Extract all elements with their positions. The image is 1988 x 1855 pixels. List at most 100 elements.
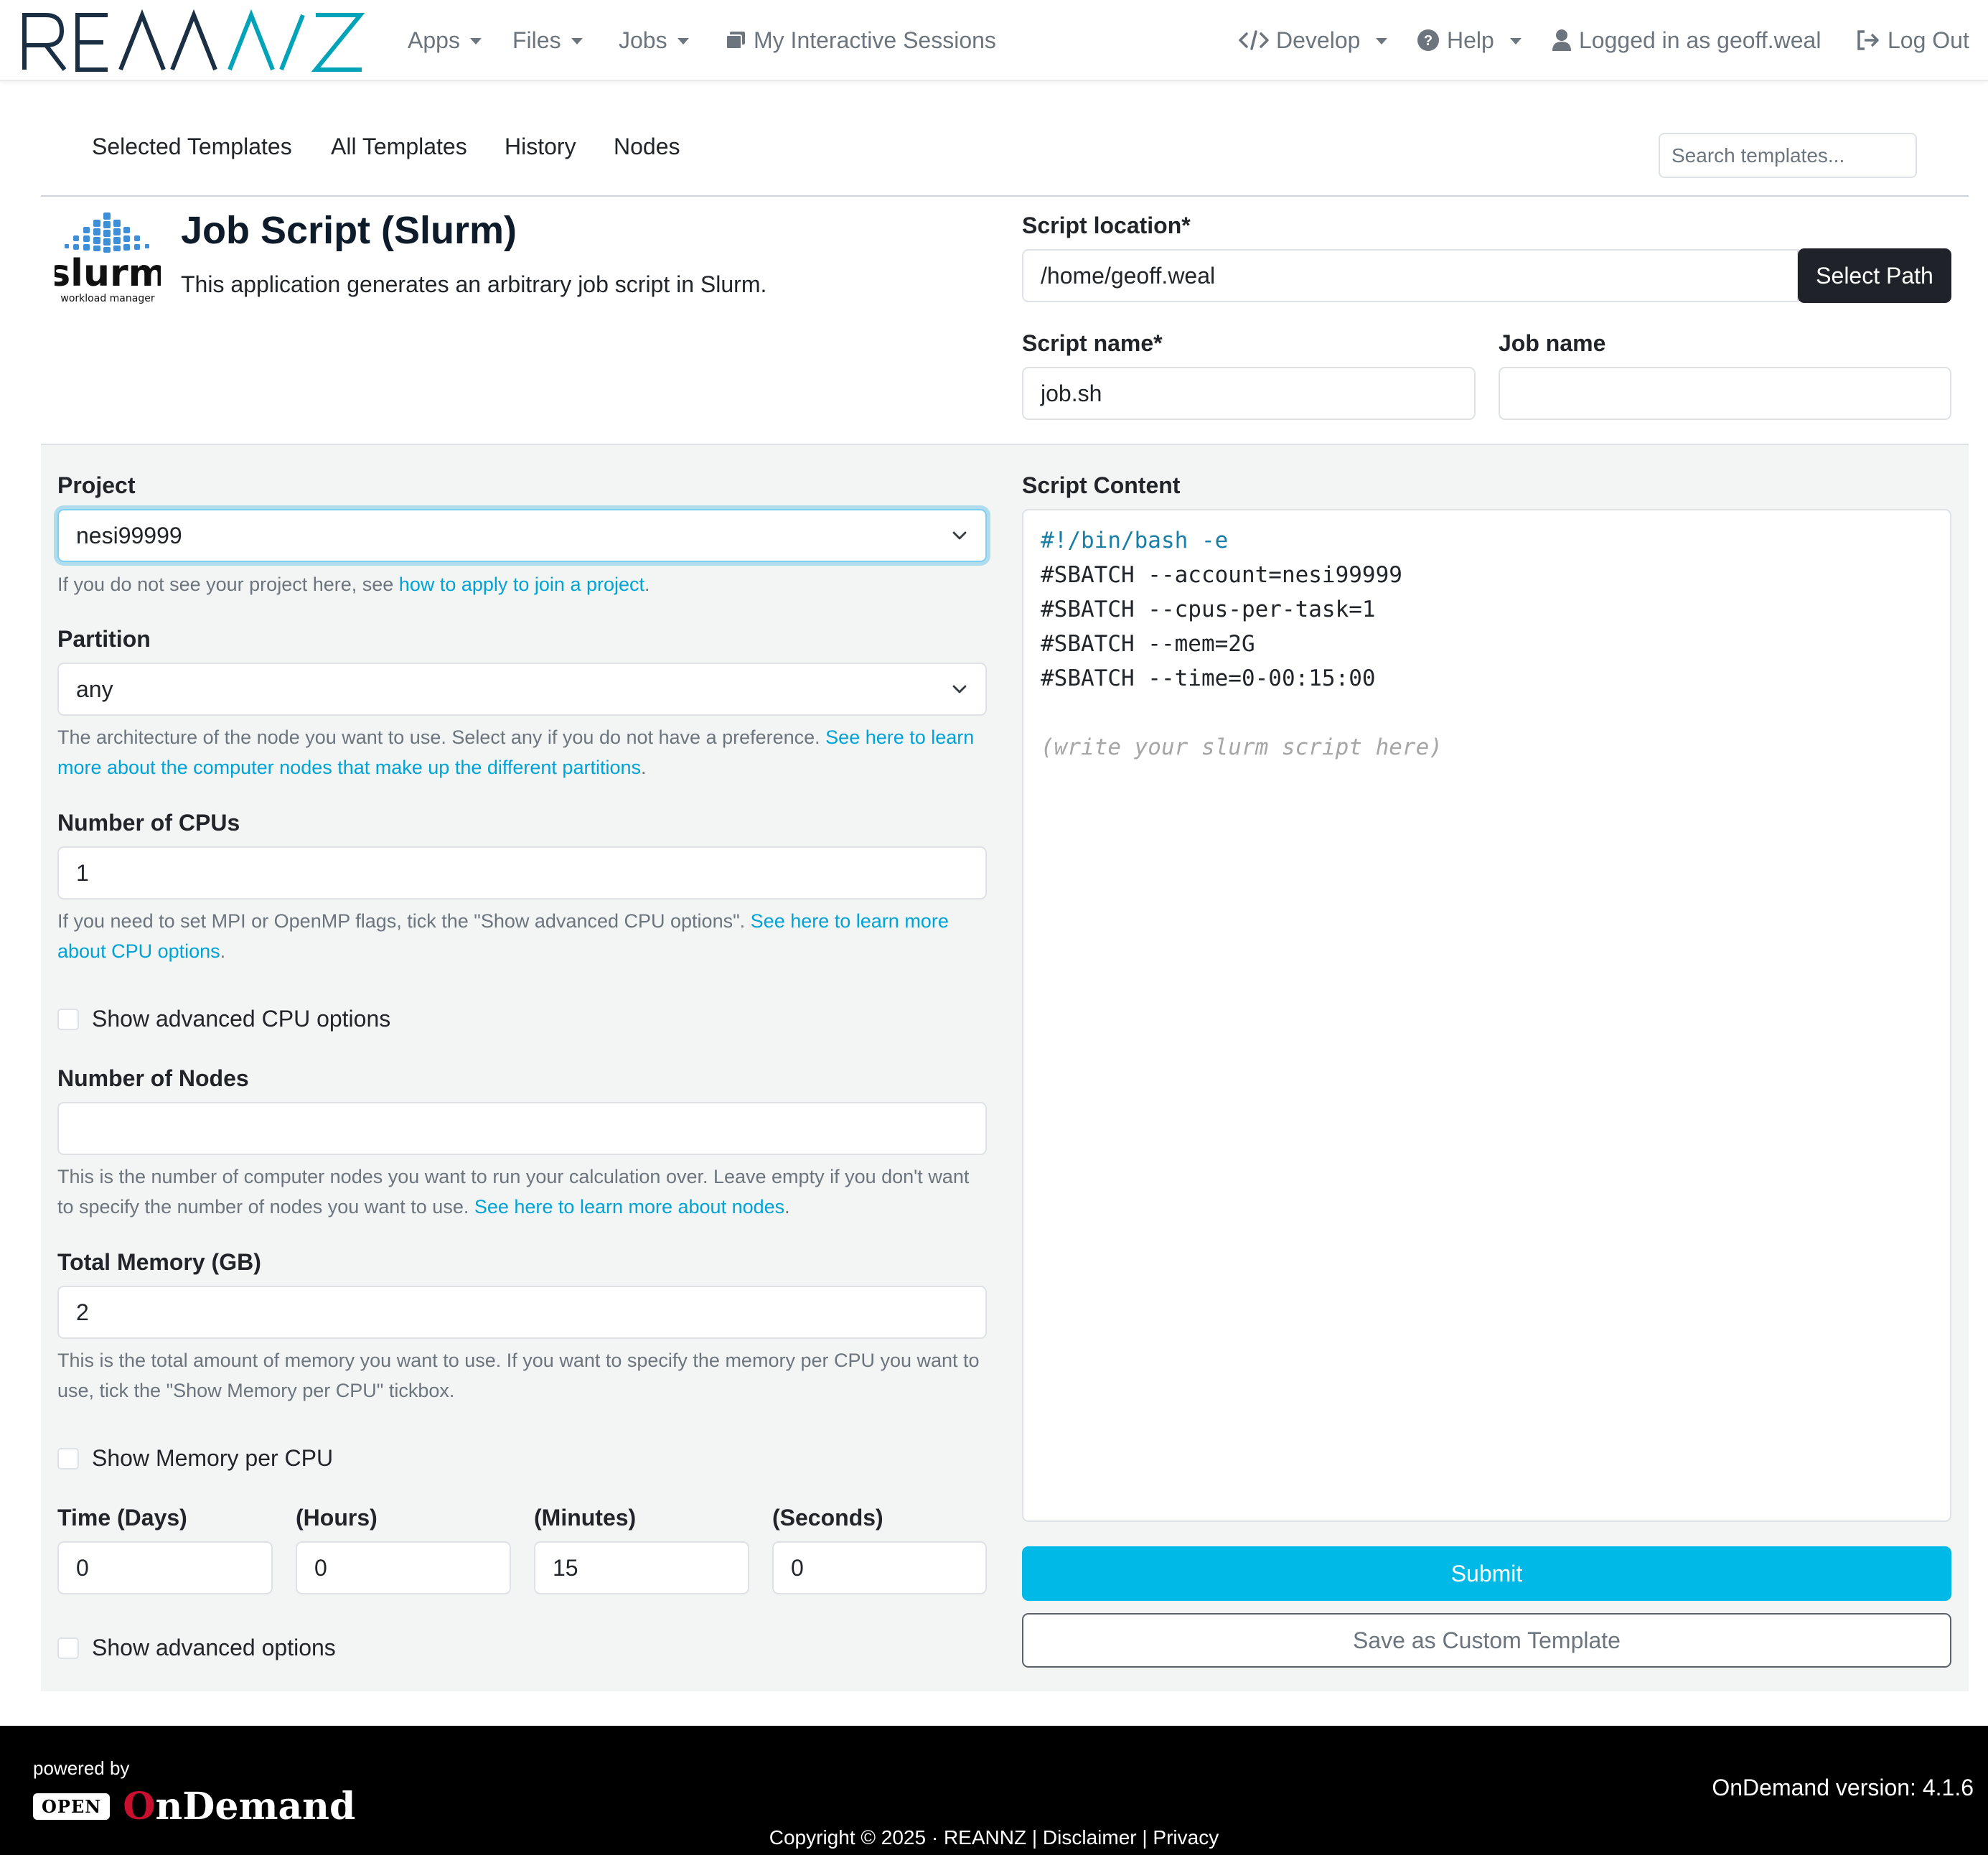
time-days-label: Time (Days) — [57, 1505, 187, 1531]
tab-history[interactable]: History — [505, 134, 576, 160]
ondemand-version: OnDemand version: 4.1.6 — [1712, 1775, 1974, 1800]
caret-down-icon — [469, 37, 482, 45]
cpus-help-text: If you need to set MPI or OpenMP flags, … — [57, 910, 751, 932]
ondemand-wordmark: OnDemand — [123, 1785, 355, 1828]
time-minutes-input[interactable]: 15 — [534, 1541, 749, 1594]
checkbox-box[interactable] — [57, 1637, 79, 1659]
advanced-options-checkbox[interactable]: Show advanced options — [57, 1635, 336, 1661]
script-placeholder: (write your slurm script here) — [1041, 734, 1443, 760]
nav-help-dropdown[interactable]: ? Help — [1417, 22, 1522, 59]
partition-help-text: The architecture of the node you want to… — [57, 726, 826, 748]
reannz-logo[interactable] — [22, 7, 366, 75]
time-hours-input[interactable]: 0 — [296, 1541, 511, 1594]
reannz-wordmark — [22, 9, 365, 72]
ondemand-o-letter: O — [123, 1785, 156, 1828]
job-name-label: Job name — [1499, 330, 1606, 356]
partition-select[interactable]: any — [57, 663, 987, 716]
memory-per-cpu-checkbox[interactable]: Show Memory per CPU — [57, 1445, 333, 1472]
nav-help-label: Help — [1447, 27, 1494, 53]
memory-per-cpu-label: Show Memory per CPU — [92, 1445, 334, 1471]
sessions-icon — [725, 29, 746, 51]
nav-jobs-label: Jobs — [619, 27, 667, 53]
script-name-input[interactable]: job.sh — [1022, 367, 1476, 420]
user-icon — [1552, 29, 1572, 52]
nav-develop-dropdown[interactable]: Develop — [1239, 22, 1388, 59]
checkbox-box[interactable] — [57, 1447, 79, 1469]
nodes-link[interactable]: See here to learn more about nodes — [474, 1196, 784, 1218]
nav-logout[interactable]: Log Out — [1856, 22, 1969, 59]
time-seconds-input[interactable]: 0 — [772, 1541, 987, 1594]
script-line: #SBATCH --mem=2G — [1041, 631, 1255, 657]
nodes-input[interactable] — [57, 1102, 987, 1155]
project-help: If you do not see your project here, see… — [57, 569, 990, 599]
job-name-input[interactable] — [1499, 367, 1951, 420]
chevron-down-icon — [952, 685, 967, 693]
save-custom-template-button[interactable]: Save as Custom Template — [1022, 1613, 1951, 1668]
advanced-options-label: Show advanced options — [92, 1635, 336, 1660]
ondemand-rest-letters: nDemand — [155, 1785, 356, 1828]
caret-down-icon — [1509, 37, 1522, 45]
copyright-links[interactable]: Copyright © 2025 · REANNZ | Disclaimer |… — [0, 1826, 1988, 1849]
nodes-help-end: . — [784, 1196, 790, 1218]
checkbox-box[interactable] — [57, 1008, 79, 1030]
footer: powered by OPEN OnDemand OnDemand versio… — [0, 1726, 1988, 1855]
cpus-input[interactable]: 1 — [57, 846, 987, 900]
time-days-input[interactable]: 0 — [57, 1541, 273, 1594]
nodes-help: This is the number of computer nodes you… — [57, 1162, 990, 1222]
partition-select-value: any — [76, 676, 113, 702]
caret-down-icon — [571, 37, 583, 45]
chevron-down-icon — [952, 531, 967, 540]
svg-text:?: ? — [1424, 33, 1433, 49]
nav-jobs-dropdown[interactable]: Jobs — [619, 22, 689, 59]
time-hours-label: (Hours) — [296, 1505, 378, 1531]
nav-develop-label: Develop — [1276, 27, 1361, 53]
project-select[interactable]: nesi99999 — [57, 509, 987, 562]
partition-help: The architecture of the node you want to… — [57, 722, 990, 782]
script-name-label: Script name* — [1022, 330, 1163, 356]
tab-nodes[interactable]: Nodes — [614, 134, 680, 160]
script-location-label: Script location* — [1022, 212, 1191, 238]
divider — [41, 195, 1969, 197]
project-help-end: . — [644, 574, 650, 595]
page-title: Job Script (Slurm) — [181, 209, 517, 252]
submit-button[interactable]: Submit — [1022, 1546, 1951, 1601]
nav-apps-dropdown[interactable]: Apps — [408, 22, 482, 59]
navbar: Apps Files Jobs My Interactive Sessions … — [0, 0, 1988, 81]
memory-label: Total Memory (GB) — [57, 1249, 261, 1275]
search-templates-input[interactable] — [1659, 133, 1917, 178]
script-location-input[interactable]: /home/geoff.weal — [1022, 249, 1799, 302]
open-ondemand-logo[interactable]: OPEN OnDemand — [33, 1785, 355, 1828]
nav-sessions-label: My Interactive Sessions — [754, 27, 996, 53]
slurm-logo-subtext: workload manager — [60, 293, 154, 304]
tab-all-templates[interactable]: All Templates — [331, 134, 467, 160]
memory-input[interactable]: 2 — [57, 1286, 987, 1339]
powered-by-text: powered by — [33, 1757, 130, 1779]
code-icon — [1239, 29, 1269, 51]
script-line: #SBATCH --time=0-00:15:00 — [1041, 665, 1376, 691]
caret-down-icon — [1376, 37, 1388, 45]
script-line: #!/bin/bash -e — [1041, 528, 1229, 553]
memory-help: This is the total amount of memory you w… — [57, 1350, 980, 1401]
script-content-label: Script Content — [1022, 472, 1181, 498]
apply-project-link[interactable]: how to apply to join a project — [399, 574, 644, 595]
advanced-cpu-checkbox[interactable]: Show advanced CPU options — [57, 1006, 390, 1032]
script-line: #SBATCH --cpus-per-task=1 — [1041, 597, 1376, 622]
script-content-editor[interactable]: #!/bin/bash -e #SBATCH --account=nesi999… — [1022, 509, 1951, 1522]
nav-files-dropdown[interactable]: Files — [512, 22, 583, 59]
partition-help-end: . — [641, 757, 647, 778]
select-path-button[interactable]: Select Path — [1798, 248, 1951, 303]
project-help-text: If you do not see your project here, see — [57, 574, 399, 595]
nodes-label: Number of Nodes — [57, 1065, 249, 1091]
advanced-cpu-label: Show advanced CPU options — [92, 1006, 391, 1032]
project-label: Project — [57, 472, 136, 498]
nav-apps-label: Apps — [408, 27, 460, 53]
open-badge: OPEN — [33, 1793, 111, 1820]
logout-icon — [1856, 29, 1880, 51]
caret-down-icon — [677, 37, 689, 45]
nav-user-label: Logged in as geoff.weal — [1579, 27, 1821, 53]
partition-label: Partition — [57, 626, 151, 652]
script-line: #SBATCH --account=nesi99999 — [1041, 562, 1402, 588]
nav-interactive-sessions[interactable]: My Interactive Sessions — [725, 22, 996, 59]
nav-files-label: Files — [512, 27, 561, 53]
tab-selected-templates[interactable]: Selected Templates — [92, 134, 292, 160]
